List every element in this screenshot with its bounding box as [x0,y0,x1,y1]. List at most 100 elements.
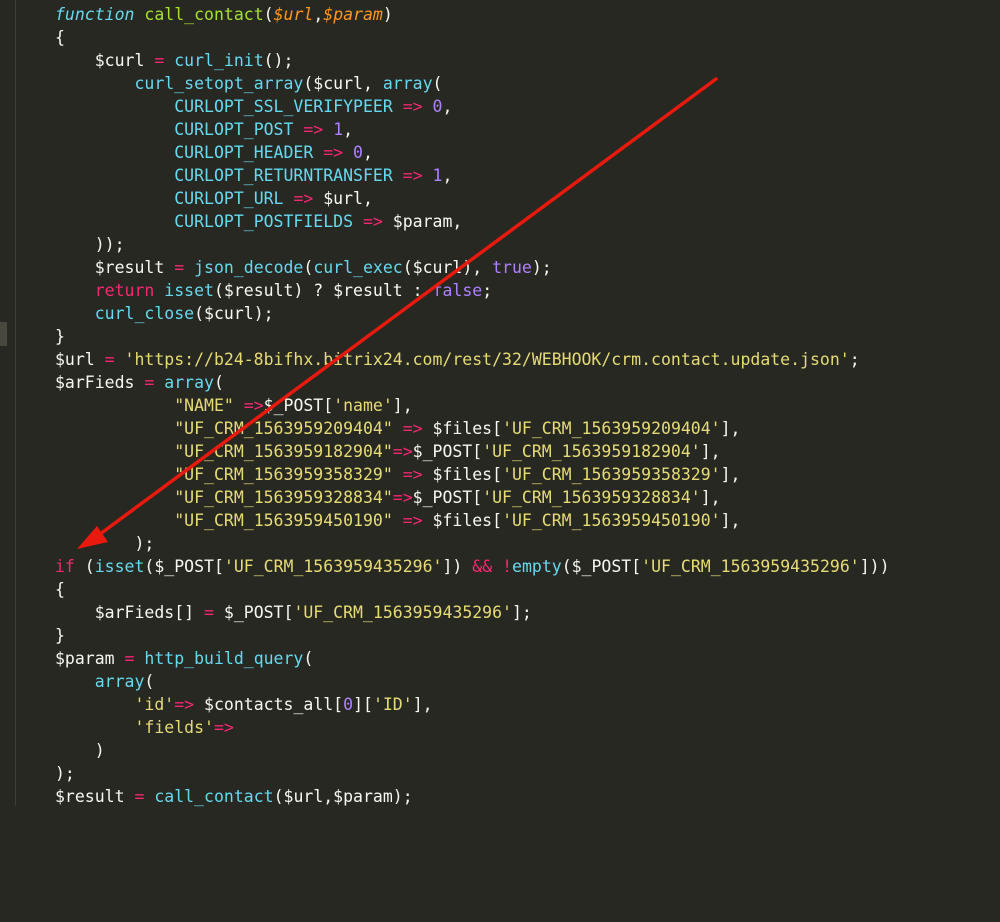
code-token: { [55,28,65,47]
code-token: ( [74,557,95,576]
code-token: ( [144,672,155,691]
code-token: => [392,488,413,507]
code-token: ($url,$param); [273,787,413,806]
code-token: CURLOPT_POST [174,120,294,139]
code-token: ); [55,534,155,553]
code-token: ( [263,5,274,24]
code-token: ( [303,649,314,668]
code-token: $result [55,787,135,806]
code-token: $param, [382,212,463,231]
code-token: $_POST[ [412,442,483,461]
code-token: 'UF_CRM_1563959435296' [641,557,860,576]
code-token: => [303,120,324,139]
code-line: CURLOPT_POSTFIELDS => $param, [55,210,890,233]
code-token: , [313,5,324,24]
code-line: $arFieds[] = $_POST['UF_CRM_156395943529… [55,601,890,624]
code-area[interactable]: function call_contact($url,$param){ $cur… [55,3,890,808]
code-token: $files[ [422,465,503,484]
code-token: $arFieds[] [55,603,205,622]
code-token: "UF_CRM_1563959328834" [174,488,393,507]
code-editor[interactable]: function call_contact($url,$param){ $cur… [0,0,1000,922]
code-token: "UF_CRM_1563959450190" [174,511,393,530]
code-token: (); [263,51,294,70]
code-token: ]) [442,557,473,576]
code-line: 'id'=> $contacts_all[0]['ID'], [55,693,890,716]
code-token: => [362,212,383,231]
code-token: ) [55,741,105,760]
code-line: "UF_CRM_1563959328834"=>$_POST['UF_CRM_1… [55,486,890,509]
code-token: $url [273,5,314,24]
code-token: curl_init [174,51,264,70]
code-line: $url = 'https://b24-8bifhx.bitrix24.com/… [55,348,890,371]
code-token: 'UF_CRM_1563959450190' [502,511,721,530]
code-token: ; [482,281,493,300]
code-line: if (isset($_POST[ 'UF_CRM_1563959435296']… [55,555,890,578]
code-token: array [164,373,214,392]
code-token: ][ [353,695,373,714]
code-token: => [243,396,264,415]
code-token: $param [55,649,125,668]
code-token: 'https://b24-8bifhx.bitrix24.com/rest/32… [124,350,850,369]
code-token: curl_setopt_array [134,74,304,93]
code-token: ($curl, [303,74,383,93]
code-token: $_POST[ [412,488,483,507]
code-token: curl_close [94,304,195,323]
code-token: ($_POST[ [144,557,224,576]
code-token: => [402,97,423,116]
code-line: $result = json_decode(curl_exec($curl), … [55,256,890,279]
code-line: } [55,624,890,647]
code-token: , [442,97,453,116]
code-line: $param = http_build_query( [55,647,890,670]
code-token: false [432,281,483,300]
code-token: ($curl); [194,304,274,323]
code-token: = [204,603,214,622]
code-token: ], [700,442,721,461]
code-token: ])) [859,557,890,576]
code-token: => [174,695,195,714]
code-token: if [55,557,75,576]
code-token: ); [55,764,75,783]
indent-guide [15,0,16,806]
code-token: { [55,580,65,599]
code-token: ); [531,258,552,277]
code-line: ) [55,739,890,762]
code-line: ); [55,532,890,555]
code-token: call_contact [144,5,264,24]
code-token: => [402,465,423,484]
code-line: )); [55,233,890,256]
code-token: return [94,281,155,300]
code-token: 'UF_CRM_1563959358329' [502,465,721,484]
code-token: 'fields' [134,718,214,737]
code-token: true [492,258,532,277]
code-token: ( [213,373,224,392]
code-token: 1 [432,166,443,185]
code-token: CURLOPT_HEADER [174,143,314,162]
code-token: isset [94,557,145,576]
code-line: "UF_CRM_1563959182904"=>$_POST['UF_CRM_1… [55,440,890,463]
code-token: = [124,649,135,668]
code-token: 'UF_CRM_1563959328834' [482,488,701,507]
code-token: $arFieds [55,373,145,392]
code-token: array [94,672,145,691]
code-token: 'name' [333,396,393,415]
code-token: 0 [432,97,443,116]
code-line: CURLOPT_SSL_VERIFYPEER => 0, [55,95,890,118]
code-token: isset [164,281,214,300]
code-token: ( [303,258,314,277]
